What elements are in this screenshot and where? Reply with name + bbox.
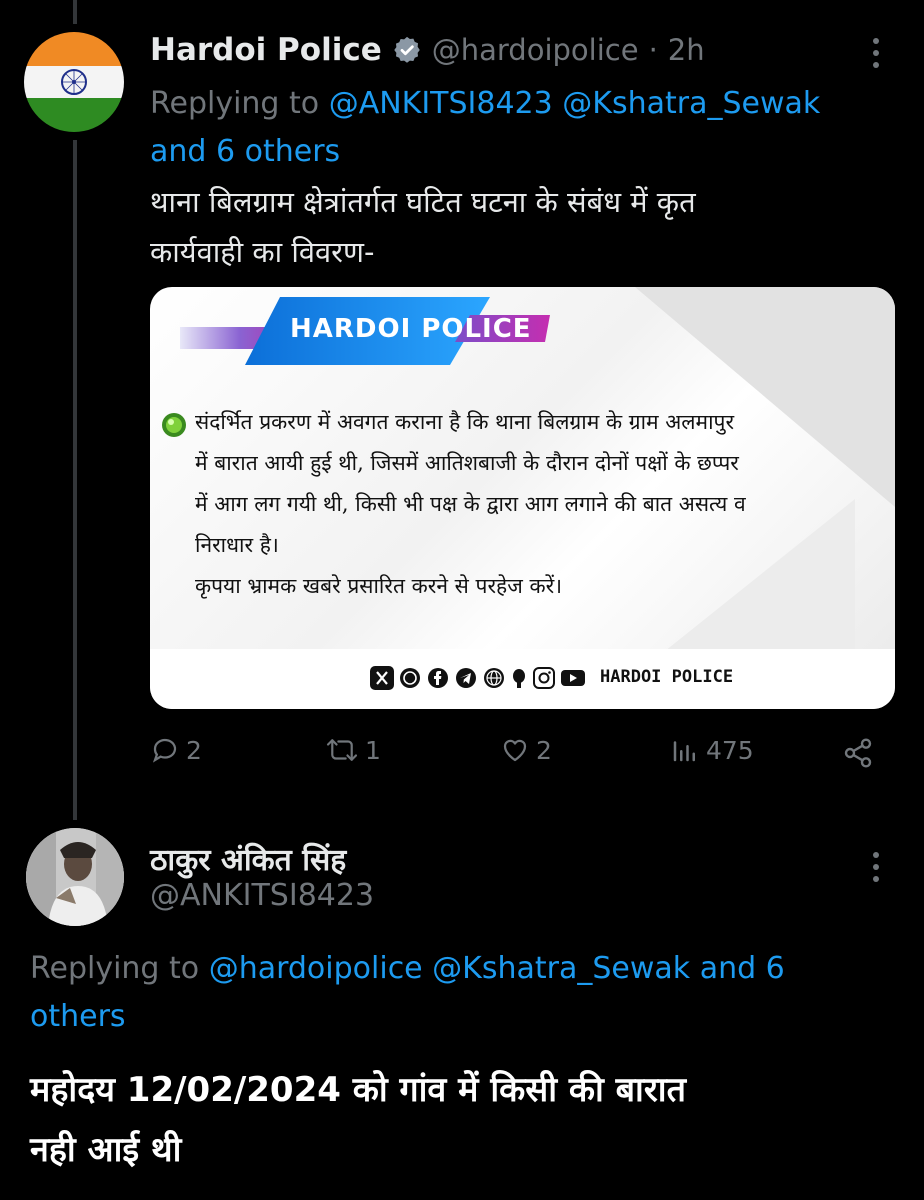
thread-line-middle: [73, 140, 77, 820]
tweet-text: थाना बिलग्राम क्षेत्रांतर्गत घटित घटना क…: [150, 177, 696, 277]
tweet-text: महोदय 12/02/2024 को गांव में किसी की बार…: [30, 1060, 686, 1180]
tweet-text-line: थाना बिलग्राम क्षेत्रांतर्गत घटित घटना क…: [150, 185, 696, 219]
reply-others-link[interactable]: and 6 others: [150, 128, 820, 176]
youtube-icon: [561, 670, 585, 686]
tweet-text-line: महोदय 12/02/2024 को गांव में किसी की बार…: [30, 1070, 686, 1110]
card-text: संदर्भित प्रकरण में अवगत कराना है कि थान…: [195, 402, 885, 607]
repost-button[interactable]: 1: [325, 735, 381, 765]
user-photo-icon: [26, 828, 124, 926]
card-banner-title: HARDOI POLICE: [290, 314, 532, 344]
media-card[interactable]: HARDOI POLICE संदर्भित प्रकरण में अवगत क…: [150, 287, 895, 709]
views-icon: [673, 741, 695, 762]
views-count: 475: [706, 735, 754, 765]
replying-to-label: Replying to: [150, 86, 320, 121]
x-icon: [370, 666, 394, 690]
card-text-line: संदर्भित प्रकरण में अवगत कराना है कि थान…: [195, 410, 735, 434]
tweet-text-line: कार्यवाही का विवरण-: [150, 235, 375, 269]
india-flag-icon: [24, 32, 124, 132]
like-count: 2: [536, 735, 552, 765]
views-button[interactable]: 475: [670, 735, 754, 765]
like-button[interactable]: 2: [500, 735, 552, 765]
card-text-line: कृपया भ्रामक खबरे प्रसारित करने से परहेज…: [195, 574, 563, 598]
avatar-ankit-singh[interactable]: [26, 828, 124, 926]
timestamp[interactable]: 2h: [668, 33, 705, 67]
card-text-line: में बारात आयी हुई थी, जिसमें आतिशबाजी के…: [195, 451, 739, 475]
globe-icon: [484, 668, 504, 688]
card-text-line: निराधार है।: [195, 533, 279, 557]
share-icon: [844, 738, 872, 768]
display-name[interactable]: ठाकुर अंकित सिंह: [150, 838, 346, 879]
koo-icon: [513, 669, 525, 688]
card-footer: HARDOI POLICE: [150, 649, 895, 709]
share-button[interactable]: [842, 737, 874, 769]
repost-icon: [326, 739, 358, 761]
tweet-text-line: नही आई थी: [30, 1130, 182, 1170]
reply-button[interactable]: 2: [150, 735, 202, 765]
instagram-icon: [533, 667, 555, 689]
reply-mentions[interactable]: @hardoipolice @Kshatra_Sewak and 6: [209, 951, 785, 986]
reply-mentions[interactable]: @ANKITSI8423 @Kshatra_Sewak: [329, 86, 821, 121]
heart-icon: [503, 739, 527, 762]
bullet-icon: [160, 411, 188, 443]
facebook-icon: [428, 668, 448, 688]
thread-line-top: [73, 0, 77, 24]
more-options-icon[interactable]: [872, 38, 880, 68]
reply-count: 2: [186, 735, 202, 765]
reply-others-link[interactable]: others: [30, 993, 785, 1041]
handle[interactable]: @hardoipolice: [432, 33, 639, 67]
display-name[interactable]: Hardoi Police: [150, 32, 382, 68]
handle[interactable]: @ANKITSI8423: [150, 878, 374, 913]
avatar-hardoi-police[interactable]: [24, 32, 124, 132]
more-options-icon[interactable]: [872, 852, 880, 882]
card-text-line: में आग लग गयी थी, किसी भी पक्ष के द्वारा…: [195, 492, 746, 516]
reply-icon: [152, 738, 177, 763]
verified-badge-icon: [393, 36, 420, 63]
replying-to-label: Replying to: [30, 951, 200, 986]
card-footer-label: HARDOI POLICE: [600, 667, 734, 687]
whatsapp-icon: [400, 668, 420, 688]
telegram-icon: [456, 668, 476, 688]
separator-dot: ·: [648, 33, 658, 67]
repost-count: 1: [365, 735, 381, 765]
